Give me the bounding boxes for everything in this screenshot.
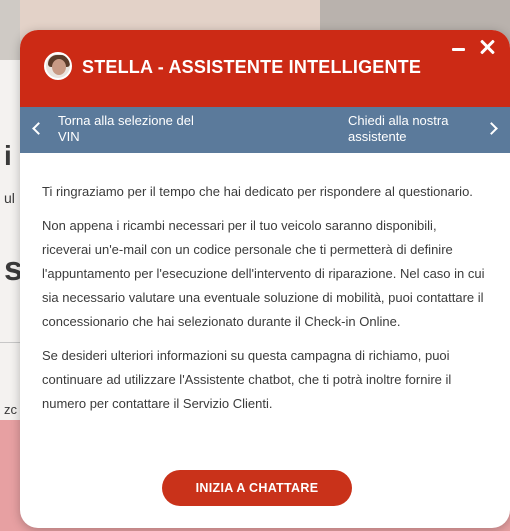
chatbot-modal: STELLA - ASSISTENTE INTELLIGENTE Torna a…: [20, 30, 510, 528]
chevron-right-icon: [485, 122, 498, 135]
thanks-paragraph: Ti ringraziamo per il tempo che hai dedi…: [42, 184, 473, 199]
header-actions: [450, 38, 496, 56]
close-icon[interactable]: [478, 38, 496, 56]
minimize-icon[interactable]: [450, 38, 468, 56]
chevron-left-icon: [32, 122, 45, 135]
modal-content: Ti ringraziamo per il tempo che hai dedi…: [42, 180, 488, 426]
back-to-vin-label: Torna alla selezione del VIN: [58, 113, 194, 144]
start-chat-button[interactable]: INIZIA A CHATTARE: [162, 470, 352, 506]
navigation-bar: Torna alla selezione del VIN Chiedi alla…: [20, 107, 510, 153]
ask-assistant-button[interactable]: Chiedi alla nostra assistente: [340, 107, 510, 153]
background-text: i: [4, 140, 12, 171]
modal-header: STELLA - ASSISTENTE INTELLIGENTE: [20, 30, 510, 107]
background-text: ul: [4, 190, 15, 206]
more-info-paragraph: Se desideri ulteriori informazioni su qu…: [42, 348, 452, 411]
modal-title: STELLA - ASSISTENTE INTELLIGENTE: [82, 57, 422, 77]
ask-assistant-label: Chiedi alla nostra assistente: [348, 113, 449, 144]
parts-availability-paragraph: Non appena i ricambi necessari per il tu…: [42, 218, 485, 329]
back-to-vin-button[interactable]: Torna alla selezione del VIN: [20, 107, 220, 153]
assistant-avatar: [44, 52, 72, 80]
background-text: zc: [4, 402, 17, 417]
